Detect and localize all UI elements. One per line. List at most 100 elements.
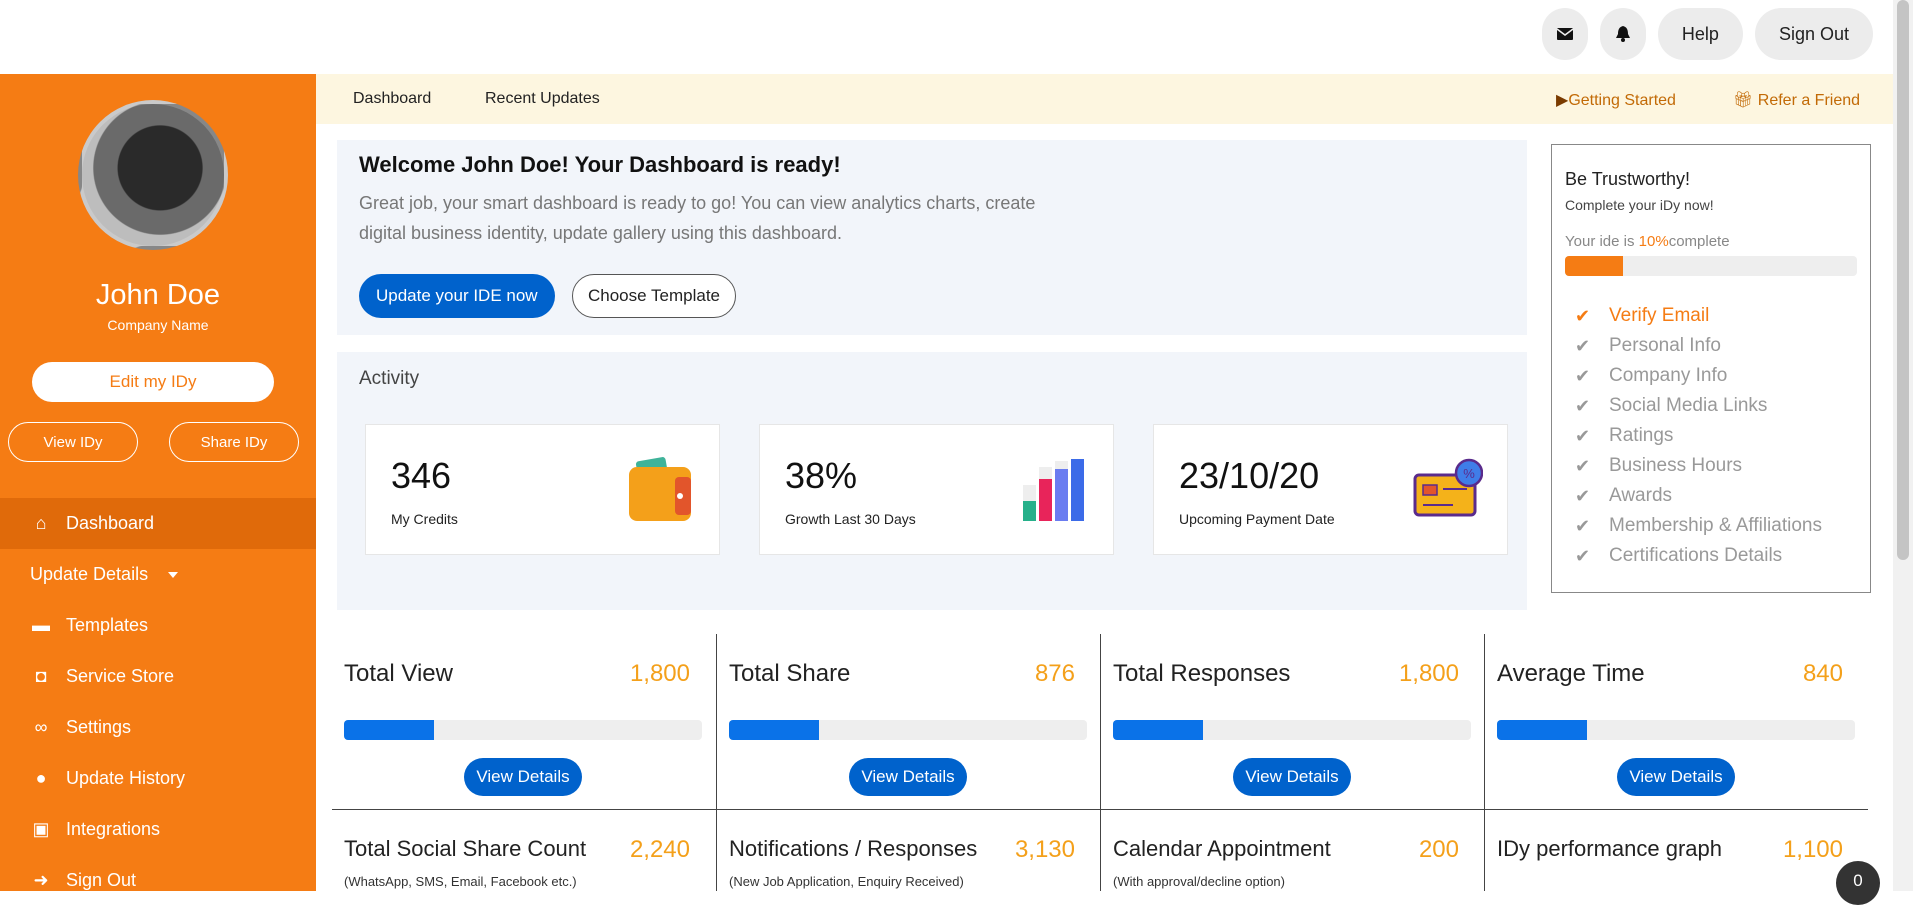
- metric-value: 3,130: [1014, 836, 1075, 863]
- sidebar-item-dashboard[interactable]: ⌂ Dashboard: [0, 498, 316, 549]
- view-details-button[interactable]: View Details: [1233, 758, 1351, 796]
- metric-value: 1,100: [1782, 836, 1843, 863]
- link-icon: ∞: [34, 717, 48, 737]
- metric-value: 2,240: [629, 836, 690, 863]
- refer-friend-link[interactable]: 🎁︎ Refer a Friend: [1733, 90, 1860, 110]
- mail-button[interactable]: [1541, 8, 1588, 60]
- checklist-item[interactable]: ✔ Personal Info: [1575, 331, 1822, 361]
- checklist-item[interactable]: ✔ Business Hours: [1575, 451, 1822, 481]
- choose-template-button[interactable]: Choose Template: [572, 274, 736, 318]
- sidebar-item-update-details[interactable]: Update Details: [0, 549, 316, 600]
- welcome-text: Great job, your smart dashboard is ready…: [359, 193, 1036, 243]
- stat-label: Growth Last 30 Days: [785, 511, 916, 527]
- view-idy-button[interactable]: View IDy: [8, 422, 138, 462]
- checklist-label: Verify Email: [1609, 305, 1710, 326]
- metric-title: Total View: [344, 660, 453, 687]
- sidebar-nav: ⌂ Dashboard Update Details ▬ Templates ◘…: [0, 498, 316, 906]
- sidebar-item-service-store[interactable]: ◘ Service Store: [0, 651, 316, 702]
- metric-subtitle: (With approval/decline option): [1113, 874, 1285, 889]
- metric-progress-bar: [729, 720, 1087, 740]
- scrollbar-thumb[interactable]: [1897, 0, 1909, 560]
- metric-subtitle: (WhatsApp, SMS, Email, Facebook etc.): [344, 874, 577, 889]
- top-bar: Help Sign Out: [0, 0, 1893, 74]
- sign-out-icon: ➜: [33, 870, 49, 890]
- integrations-icon: ▣: [32, 819, 50, 839]
- metric-progress-bar: [1113, 720, 1471, 740]
- check-icon: ✔: [1575, 335, 1591, 356]
- check-icon: ✔: [1575, 485, 1591, 506]
- metric-calendar: Calendar Appointment 200 (With approval/…: [1101, 810, 1485, 892]
- help-button[interactable]: Help: [1657, 8, 1743, 60]
- sidebar-item-update-history[interactable]: ● Update History: [0, 753, 316, 804]
- trust-subtitle: Complete your iDy now!: [1565, 197, 1714, 213]
- view-details-button[interactable]: View Details: [849, 758, 967, 796]
- bell-icon: [1615, 26, 1630, 42]
- metric-value: 1,800: [1398, 660, 1459, 687]
- sidebar-item-sign-out[interactable]: ➜ Sign Out: [0, 855, 316, 906]
- subnav-dashboard-link[interactable]: Dashboard: [353, 90, 431, 108]
- metric-notifications: Notifications / Responses 3,130 (New Job…: [717, 810, 1101, 892]
- checklist-label: Certifications Details: [1609, 545, 1783, 566]
- getting-started-link[interactable]: ▶Getting Started: [1556, 90, 1676, 110]
- metric-title: Total Responses: [1113, 660, 1291, 687]
- metric-progress-bar: [1497, 720, 1855, 740]
- checklist-label: Ratings: [1609, 425, 1674, 446]
- stat-value: 38%: [785, 455, 858, 496]
- metric-value: 876: [1034, 660, 1075, 687]
- chat-badge[interactable]: 0: [1836, 861, 1880, 905]
- checklist-item[interactable]: ✔ Ratings: [1575, 421, 1822, 451]
- stat-value: 346: [391, 455, 452, 496]
- check-icon: ✔: [1575, 515, 1591, 536]
- mail-icon: [1556, 28, 1573, 40]
- svg-text:%: %: [1463, 466, 1475, 481]
- sidebar-item-label: Service Store: [66, 666, 175, 686]
- stat-card-growth: 38% Growth Last 30 Days: [759, 424, 1114, 555]
- progress-percent: 10%: [1638, 233, 1669, 250]
- sidebar-item-label: Update Details: [30, 564, 149, 584]
- checklist-item[interactable]: ✔ Awards: [1575, 481, 1822, 511]
- user-icon: ●: [35, 768, 47, 788]
- share-idy-button[interactable]: Share IDy: [169, 422, 299, 462]
- notifications-button[interactable]: [1599, 8, 1646, 60]
- avatar: [78, 100, 228, 250]
- activity-title: Activity: [359, 368, 420, 389]
- getting-started-label: Getting Started: [1568, 92, 1676, 109]
- trust-panel: Be Trustworthy! Complete your iDy now! Y…: [1551, 144, 1871, 593]
- checklist-item[interactable]: ✔ Verify Email: [1575, 301, 1822, 331]
- payment-card-icon: %: [1413, 458, 1483, 517]
- sidebar: John Doe Company Name Edit my IDy View I…: [0, 74, 316, 891]
- checklist-item[interactable]: ✔ Certifications Details: [1575, 541, 1822, 571]
- stat-card-credits: 346 My Credits: [365, 424, 720, 555]
- subnav-recent-updates-link[interactable]: Recent Updates: [485, 90, 600, 108]
- view-details-button[interactable]: View Details: [464, 758, 582, 796]
- checklist-item[interactable]: ✔ Company Info: [1575, 361, 1822, 391]
- metric-title: Notifications / Responses: [729, 836, 978, 861]
- metric-subtitle: (New Job Application, Enquiry Received): [729, 874, 964, 889]
- edit-idy-button[interactable]: Edit my IDy: [32, 362, 274, 402]
- page-scrollbar[interactable]: [1893, 0, 1913, 891]
- checklist-item[interactable]: ✔ Social Media Links: [1575, 391, 1822, 421]
- check-icon: ✔: [1575, 425, 1591, 446]
- sidebar-item-templates[interactable]: ▬ Templates: [0, 600, 316, 651]
- stat-label: Upcoming Payment Date: [1179, 511, 1335, 527]
- wallet-icon: [629, 457, 691, 521]
- sidebar-item-label: Sign Out: [66, 870, 137, 890]
- metric-title: Average Time: [1497, 660, 1645, 687]
- sign-out-button[interactable]: Sign Out: [1754, 8, 1873, 60]
- checklist-item[interactable]: ✔ Membership & Affiliations: [1575, 511, 1822, 541]
- metric-progress-bar: [344, 720, 702, 740]
- checklist-label: Company Info: [1609, 365, 1728, 386]
- metric-title: Total Social Share Count: [344, 836, 587, 861]
- sidebar-item-integrations[interactable]: ▣ Integrations: [0, 804, 316, 855]
- sidebar-item-settings[interactable]: ∞ Settings: [0, 702, 316, 753]
- view-details-button[interactable]: View Details: [1617, 758, 1735, 796]
- update-ide-button[interactable]: Update your IDE now: [359, 274, 555, 318]
- checklist-label: Personal Info: [1609, 335, 1721, 356]
- checklist-label: Membership & Affiliations: [1609, 515, 1822, 536]
- metric-total-share: Total Share 876 View Details: [717, 634, 1101, 810]
- trust-progress-bar: [1565, 256, 1857, 276]
- checklist-label: Social Media Links: [1609, 395, 1768, 416]
- metric-value: 1,800: [629, 660, 690, 687]
- gift-icon: ◘: [35, 666, 47, 686]
- sidebar-item-label: Settings: [66, 717, 132, 737]
